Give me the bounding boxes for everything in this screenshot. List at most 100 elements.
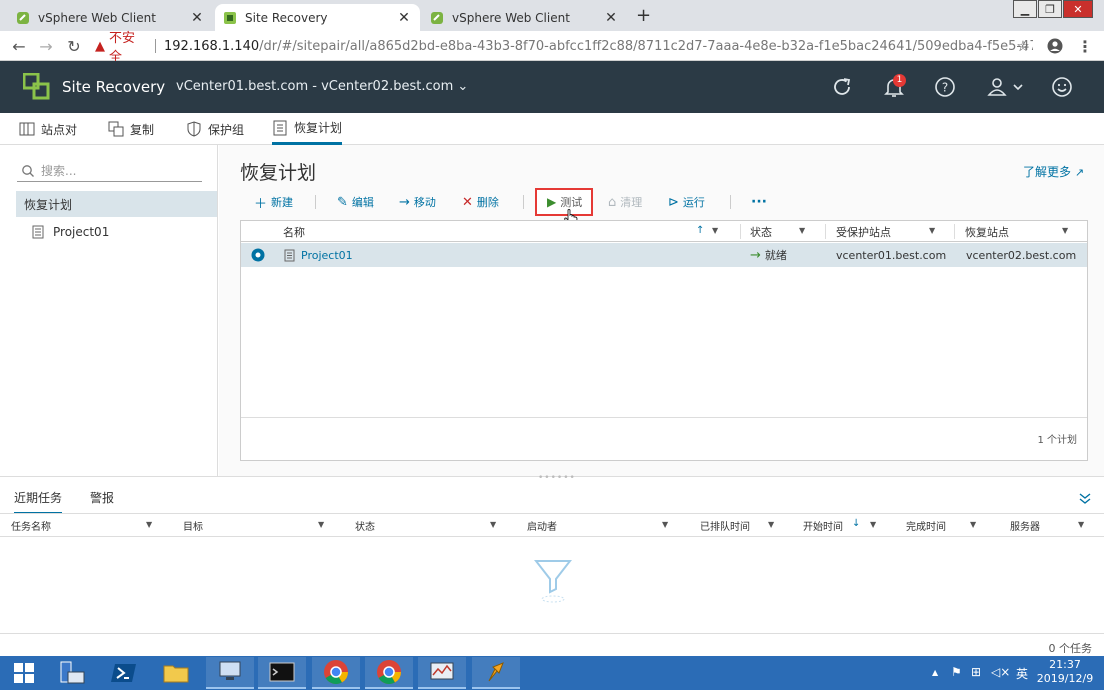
browser-tab-vsphere-2[interactable]: vSphere Web Client ✕ — [422, 4, 627, 31]
site-pair-selector[interactable]: vCenter01.best.com - vCenter02.best.com … — [176, 79, 468, 94]
forward-arrow-icon[interactable]: → — [36, 36, 56, 56]
network-app-button[interactable] — [206, 657, 254, 689]
search-input[interactable]: 搜索... — [17, 160, 202, 182]
column-separator — [954, 224, 955, 239]
new-tab-button[interactable]: + — [636, 5, 651, 26]
tray-network-icon[interactable]: ⊞ — [971, 665, 981, 679]
column-filter-icon[interactable]: ▼ — [768, 520, 774, 529]
horizontal-splitter-handle[interactable]: •••••• — [538, 473, 576, 483]
row-name-link[interactable]: Project01 — [301, 249, 353, 262]
sort-ascending-icon[interactable]: ↑ — [696, 225, 704, 236]
smiley-feedback-icon[interactable] — [1050, 75, 1074, 99]
pinned-app-button[interactable] — [472, 657, 520, 689]
start-button[interactable] — [0, 657, 48, 689]
browser-tab-site-recovery[interactable]: Site Recovery ✕ — [215, 4, 420, 31]
learn-more-link[interactable]: 了解更多 ↗ — [1023, 163, 1084, 180]
cleanup-button[interactable]: ⌂ 清理 — [608, 193, 642, 211]
row-radio-selected[interactable] — [251, 243, 265, 267]
column-filter-icon[interactable]: ▼ — [318, 520, 324, 529]
help-icon[interactable]: ? — [933, 75, 957, 99]
move-button[interactable]: → 移动 — [399, 193, 436, 211]
column-filter-icon[interactable]: ▼ — [929, 226, 935, 235]
column-filter-icon[interactable]: ▼ — [490, 520, 496, 529]
close-tab-icon[interactable]: ✕ — [396, 10, 412, 26]
row-status-label: 就绪 — [764, 249, 787, 262]
column-filter-icon[interactable]: ▼ — [870, 520, 876, 529]
taskbar-clock[interactable]: 21:37 2019/12/9 — [1032, 658, 1098, 686]
table-row[interactable]: Project01 → 就绪 vcenter01.best.com vcente… — [241, 243, 1087, 267]
column-filter-icon[interactable]: ▼ — [146, 520, 152, 529]
command-prompt-button[interactable] — [258, 657, 306, 689]
browser-tab-title: vSphere Web Client — [38, 10, 156, 25]
bookmark-star-icon[interactable]: ☆ — [1013, 36, 1033, 56]
new-button[interactable]: ＋新建 — [254, 193, 293, 212]
tray-volume-icon[interactable]: ◁× — [991, 665, 1010, 679]
more-actions-button[interactable]: ··· — [751, 193, 767, 211]
clock-time: 21:37 — [1049, 658, 1081, 671]
file-explorer-button[interactable] — [152, 657, 200, 689]
column-filter-icon[interactable]: ▼ — [799, 226, 805, 235]
tab-recent-tasks[interactable]: 近期任务 — [14, 489, 63, 514]
column-filter-icon[interactable]: ▼ — [970, 520, 976, 529]
address-bar[interactable]: ▲ 不安全 192.168.1.140 /dr/#/sitepair/all/a… — [95, 31, 1033, 65]
user-menu-button[interactable] — [986, 75, 1026, 99]
column-target[interactable]: 目标 — [183, 514, 203, 536]
chrome-button-2[interactable] — [365, 657, 413, 689]
task-count: 0 个任务 — [1048, 642, 1093, 655]
tab-alarms[interactable]: 警报 — [90, 489, 114, 506]
tab-recovery-plan[interactable]: 恢复计划 — [272, 113, 343, 145]
row-name-cell[interactable]: Project01 — [284, 243, 353, 267]
tree-item-project01[interactable]: Project01 — [32, 221, 109, 243]
column-queued-time[interactable]: 已排队时间 — [700, 514, 750, 536]
powershell-button[interactable] — [100, 657, 148, 689]
sort-descending-icon[interactable]: ↓ — [852, 518, 860, 529]
tab-protection-group[interactable]: 保护组 — [186, 113, 244, 145]
warning-triangle-icon: ▲ — [95, 38, 105, 54]
windows-logo-icon — [14, 663, 34, 683]
performance-monitor-button[interactable] — [418, 657, 466, 689]
tree-root-recovery-plans[interactable]: 恢复计划 — [16, 191, 217, 217]
tree-item-label: Project01 — [53, 225, 110, 239]
browser-menu-icon[interactable]: ⋮ — [1075, 36, 1095, 56]
minimize-window-button[interactable]: ▁ — [1013, 0, 1037, 18]
close-window-button[interactable]: ✕ — [1063, 0, 1093, 18]
reload-icon[interactable]: ↻ — [64, 36, 84, 56]
delete-button[interactable]: ✕ 删除 — [462, 193, 499, 211]
column-filter-icon[interactable]: ▼ — [1062, 226, 1068, 235]
column-task-name[interactable]: 任务名称 — [11, 514, 51, 536]
column-protected-site[interactable]: 受保护站点 — [836, 221, 891, 242]
column-separator — [740, 224, 741, 239]
chrome-button-1[interactable] — [312, 657, 360, 689]
browser-tab-title: Site Recovery — [245, 10, 328, 25]
tab-replication[interactable]: 复制 — [108, 113, 154, 145]
ime-indicator[interactable]: 英 — [1016, 665, 1028, 682]
tab-site-pair[interactable]: 站点对 — [19, 113, 77, 145]
column-recovery-site[interactable]: 恢复站点 — [965, 221, 1009, 242]
back-arrow-icon[interactable]: ← — [9, 36, 29, 56]
maximize-window-button[interactable]: ❐ — [1038, 0, 1062, 18]
close-tab-icon[interactable]: ✕ — [189, 10, 205, 26]
collapse-panel-icon[interactable] — [1078, 491, 1092, 505]
refresh-icon[interactable] — [830, 75, 854, 99]
run-button[interactable]: ⊳ 运行 — [668, 193, 705, 211]
column-status[interactable]: 状态 — [750, 221, 772, 242]
column-filter-icon[interactable]: ▼ — [1078, 520, 1084, 529]
profile-icon[interactable] — [1045, 36, 1065, 56]
edit-button[interactable]: ✎ 编辑 — [337, 193, 374, 211]
tray-overflow-icon[interactable]: ▲ — [932, 668, 938, 677]
column-task-status[interactable]: 状态 — [355, 514, 375, 536]
column-server[interactable]: 服务器 — [1010, 514, 1040, 536]
close-tab-icon[interactable]: ✕ — [603, 10, 619, 26]
delete-x-icon: ✕ — [462, 194, 473, 210]
column-start-time[interactable]: 开始时间 — [803, 514, 843, 536]
column-filter-icon[interactable]: ▼ — [662, 520, 668, 529]
column-name[interactable]: 名称 — [283, 221, 305, 242]
server-manager-button[interactable] — [48, 657, 96, 689]
column-filter-icon[interactable]: ▼ — [712, 226, 718, 235]
tab-label: 复制 — [130, 122, 155, 137]
vsphere-favicon-icon — [431, 11, 443, 24]
column-completed-time[interactable]: 完成时间 — [906, 514, 946, 536]
notifications-button[interactable]: 1 — [882, 74, 908, 101]
tray-flag-icon[interactable]: ⚑ — [951, 665, 962, 679]
column-initiator[interactable]: 启动者 — [527, 514, 557, 536]
